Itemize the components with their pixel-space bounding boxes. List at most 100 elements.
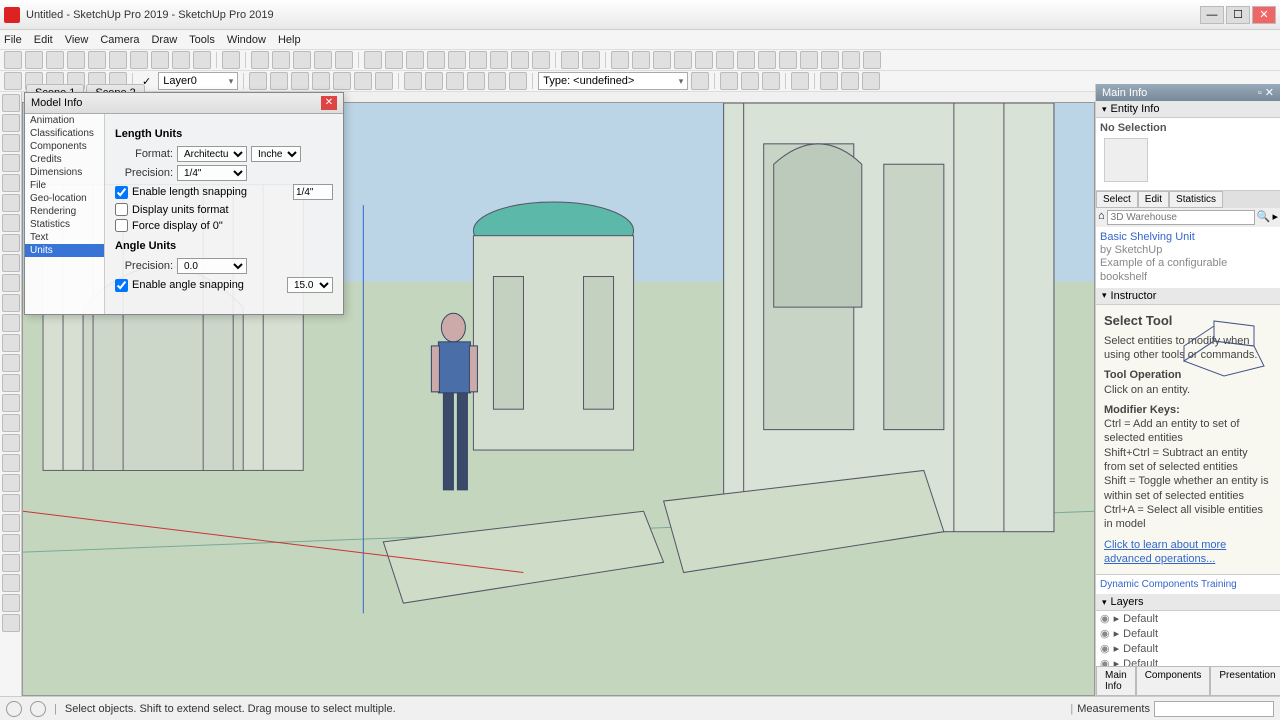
tool-icon[interactable]	[46, 51, 64, 69]
tool-icon[interactable]	[406, 51, 424, 69]
tool-icon[interactable]	[863, 51, 881, 69]
cat-dimensions[interactable]: Dimensions	[25, 166, 104, 179]
cat-text[interactable]: Text	[25, 231, 104, 244]
tab-edit[interactable]: Edit	[1138, 191, 1169, 208]
enable-length-snapping-checkbox[interactable]	[115, 186, 128, 199]
tool-icon[interactable]	[109, 51, 127, 69]
maximize-button[interactable]: ☐	[1226, 6, 1250, 24]
tool-icon[interactable]	[4, 51, 22, 69]
tool-icon[interactable]	[821, 51, 839, 69]
select-icon[interactable]	[2, 94, 20, 112]
tool-icon[interactable]	[335, 51, 353, 69]
pan-icon[interactable]	[2, 474, 20, 492]
display-units-format-checkbox[interactable]	[115, 203, 128, 216]
dimension-icon[interactable]	[2, 414, 20, 432]
main-info-header[interactable]: Main Info▫ ✕	[1096, 84, 1280, 101]
tool-icon[interactable]	[820, 72, 838, 90]
home-icon[interactable]: ⌂	[1098, 210, 1105, 225]
tool-icon[interactable]	[312, 72, 330, 90]
next-icon[interactable]: ▸	[1272, 210, 1278, 225]
cat-credits[interactable]: Credits	[25, 153, 104, 166]
format-select[interactable]: Architectural	[177, 146, 247, 162]
cat-geo-location[interactable]: Geo-location	[25, 192, 104, 205]
tool-icon[interactable]	[716, 51, 734, 69]
tool-icon[interactable]	[779, 51, 797, 69]
menu-window[interactable]: Window	[227, 34, 266, 46]
status-icon[interactable]	[6, 701, 22, 717]
enable-angle-snapping-checkbox[interactable]	[115, 279, 128, 292]
tool-icon[interactable]	[364, 51, 382, 69]
tool-icon[interactable]	[532, 51, 550, 69]
layer-row[interactable]: ◉▸Default	[1096, 611, 1280, 626]
tool-icon[interactable]	[674, 51, 692, 69]
paint-icon[interactable]	[2, 434, 20, 452]
tool-icon[interactable]	[293, 51, 311, 69]
tool-icon[interactable]	[511, 51, 529, 69]
tool-icon[interactable]	[841, 72, 859, 90]
status-icon[interactable]	[30, 701, 46, 717]
offset-icon[interactable]	[2, 314, 20, 332]
precision-select[interactable]: 1/4"	[177, 165, 247, 181]
cat-classifications[interactable]: Classifications	[25, 127, 104, 140]
dc-training-link[interactable]: Dynamic Components Training	[1096, 574, 1280, 594]
cat-animation[interactable]: Animation	[25, 114, 104, 127]
tool-icon[interactable]	[130, 51, 148, 69]
tool-icon[interactable]	[632, 51, 650, 69]
length-snap-value[interactable]	[293, 184, 333, 200]
move-icon[interactable]	[2, 254, 20, 272]
tool-icon[interactable]	[582, 51, 600, 69]
tool-icon[interactable]	[791, 72, 809, 90]
orbit-icon[interactable]	[2, 454, 20, 472]
tool-icon[interactable]	[249, 72, 267, 90]
protractor-icon[interactable]	[2, 354, 20, 372]
rotate-icon[interactable]	[2, 274, 20, 292]
tab-statistics[interactable]: Statistics	[1169, 191, 1223, 208]
tool-icon[interactable]	[404, 72, 422, 90]
minimize-button[interactable]: —	[1200, 6, 1224, 24]
cat-units[interactable]: Units	[25, 244, 104, 257]
tool-icon[interactable]	[695, 51, 713, 69]
dialog-close-button[interactable]: ✕	[321, 96, 337, 110]
tool-icon[interactable]	[842, 51, 860, 69]
tool-icon[interactable]	[385, 51, 403, 69]
position-icon[interactable]	[2, 594, 20, 612]
type-combo[interactable]: Type: <undefined>	[538, 72, 688, 90]
text-icon[interactable]	[2, 374, 20, 392]
menu-edit[interactable]: Edit	[34, 34, 53, 46]
menu-draw[interactable]: Draw	[151, 34, 177, 46]
tool-icon[interactable]	[737, 51, 755, 69]
learn-more-link[interactable]: Click to learn about more advanced opera…	[1104, 538, 1272, 567]
tool-icon[interactable]	[375, 72, 393, 90]
tool-icon[interactable]	[427, 51, 445, 69]
tool-icon[interactable]	[469, 51, 487, 69]
rectangle-icon[interactable]	[2, 174, 20, 192]
cat-components[interactable]: Components	[25, 140, 104, 153]
walk-icon[interactable]	[2, 554, 20, 572]
layer-combo[interactable]: Layer0	[158, 72, 238, 90]
search-icon[interactable]: 🔍	[1257, 210, 1271, 225]
tool-icon[interactable]	[490, 51, 508, 69]
layers-header[interactable]: ▾Layers	[1096, 594, 1280, 611]
tool-icon[interactable]	[193, 51, 211, 69]
tool-icon[interactable]	[151, 51, 169, 69]
pushpull-icon[interactable]	[2, 234, 20, 252]
tab-presentation[interactable]: Presentation	[1210, 666, 1280, 696]
angle-precision-select[interactable]: 0.0	[177, 258, 247, 274]
measurements-input[interactable]	[1154, 701, 1274, 717]
layer-row[interactable]: ◉▸Default	[1096, 626, 1280, 641]
format-sub-select[interactable]: Inches	[251, 146, 301, 162]
tool-icon[interactable]	[509, 72, 527, 90]
cat-statistics[interactable]: Statistics	[25, 218, 104, 231]
tool-icon[interactable]	[25, 51, 43, 69]
angle-snap-value[interactable]: 15.0	[287, 277, 333, 293]
scale-icon[interactable]	[2, 294, 20, 312]
cat-file[interactable]: File	[25, 179, 104, 192]
tool-icon[interactable]	[611, 51, 629, 69]
tab-main-info[interactable]: Main Info	[1096, 666, 1136, 696]
tool-icon[interactable]	[88, 51, 106, 69]
tool-icon[interactable]	[653, 51, 671, 69]
tool-icon[interactable]	[720, 72, 738, 90]
tool-icon[interactable]	[446, 72, 464, 90]
look-icon[interactable]	[2, 574, 20, 592]
menu-help[interactable]: Help	[278, 34, 301, 46]
